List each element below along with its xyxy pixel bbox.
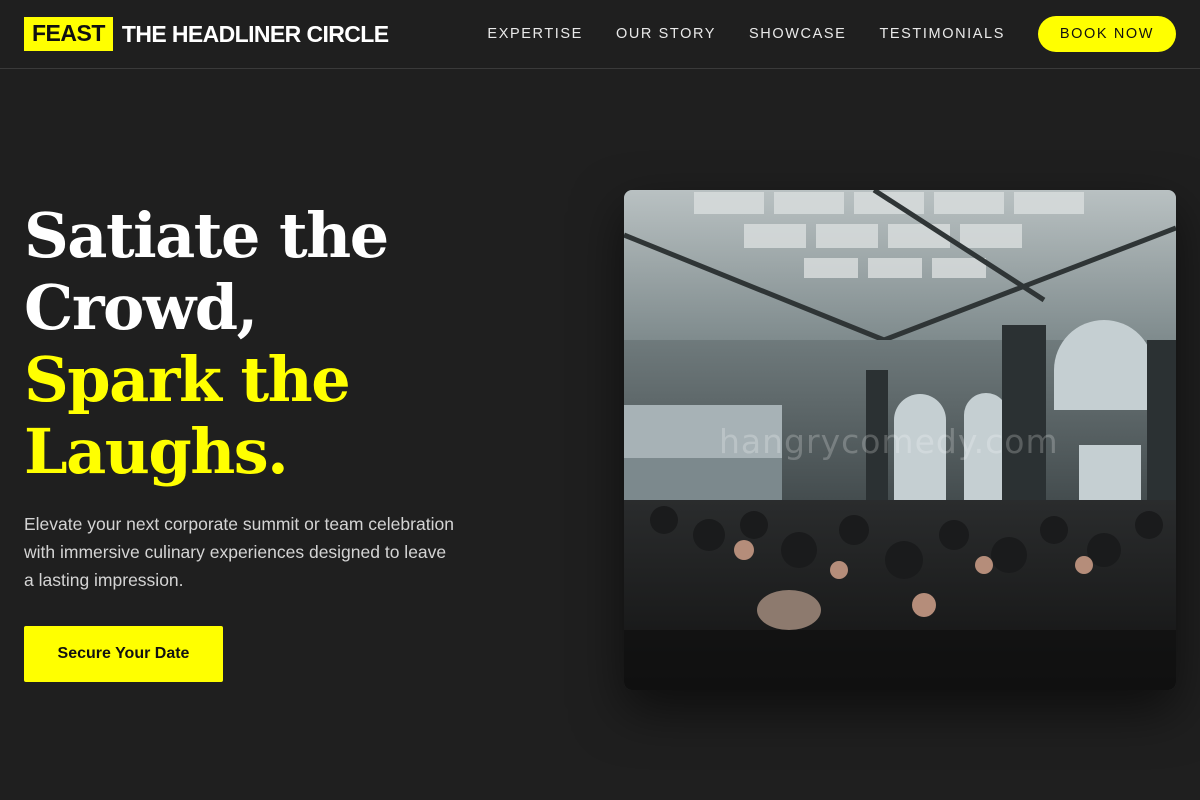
secure-date-button[interactable]: Secure Your Date [24,626,223,682]
main-nav: EXPERTISE OUR STORY SHOWCASE TESTIMONIAL… [487,16,1176,52]
book-now-button[interactable]: BOOK NOW [1038,16,1176,52]
hero-subtitle: Elevate your next corporate summit or te… [24,514,454,590]
brand-logo[interactable]: FEAST THE HEADLINER CIRCLE [24,17,389,51]
hero-title-line-4: Laughs. [24,415,289,488]
hero-title-line-1: Satiate the [24,199,389,272]
nav-link-testimonials[interactable]: TESTIMONIALS [879,26,1005,42]
hero-title-line-3: Spark the [24,343,351,416]
image-watermark: hangrycomedy.com [719,422,1059,461]
brand-name: THE HEADLINER CIRCLE [121,20,389,47]
event-hall-photo: hangrycomedy.com [624,190,1176,690]
nav-link-expertise[interactable]: EXPERTISE [487,26,583,42]
nav-link-showcase[interactable]: SHOWCASE [749,26,846,42]
nav-link-our-story[interactable]: OUR STORY [616,26,716,42]
page: FEAST THE HEADLINER CIRCLE EXPERTISE OUR… [0,0,1200,800]
hero-title: Satiate the Crowd, Spark the Laughs. [24,199,389,488]
hero-title-line-2: Crowd, [24,271,258,344]
site-header: FEAST THE HEADLINER CIRCLE EXPERTISE OUR… [0,0,1200,69]
brand-badge: FEAST [24,17,113,51]
